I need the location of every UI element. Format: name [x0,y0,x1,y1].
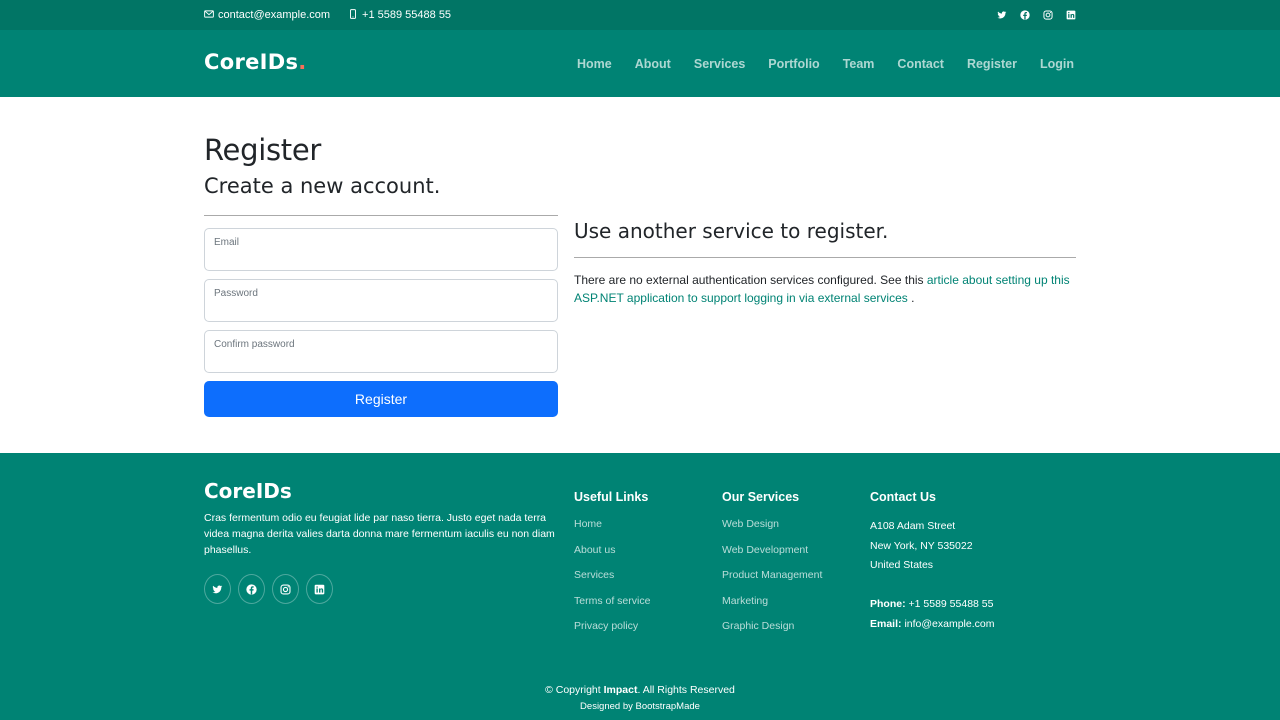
header: CoreIDs. Home About Services Portfolio T… [0,30,1280,97]
topbar-contact: contact@example.com +1 5589 55488 55 [204,0,451,30]
email-label: Email: [870,617,902,630]
instagram-icon[interactable] [272,574,299,604]
logo-dot: . [298,50,307,74]
footer-link-privacy[interactable]: Privacy policy [574,620,638,632]
external-login-text: There are no external authentication ser… [574,271,1074,307]
contact-title: Contact Us [870,490,936,504]
footer-service-web-development[interactable]: Web Development [722,544,808,556]
linkedin-icon[interactable] [306,574,333,604]
external-login-title: Use another service to register. [574,219,889,243]
main-nav: Home About Services Portfolio Team Conta… [577,30,1074,97]
footer-service-product-management[interactable]: Product Management [722,569,822,581]
footer-socials [204,574,333,604]
footer-logo[interactable]: CoreIDs [204,479,292,503]
address-line-1: A108 Adam Street [870,520,956,532]
phone-value: +1 5589 55488 55 [908,598,994,610]
topbar: contact@example.com +1 5589 55488 55 [0,0,1280,30]
confirm-password-field[interactable]: Confirm password [204,330,558,373]
twitter-icon[interactable] [204,574,231,604]
nav-home[interactable]: Home [577,57,612,71]
useful-links-column: Useful Links Home About us Services Term… [574,490,650,645]
register-button[interactable]: Register [204,381,558,417]
facebook-icon[interactable] [238,574,265,604]
topbar-email[interactable]: contact@example.com [204,9,330,22]
nav-about[interactable]: About [635,57,671,71]
address-line-2: New York, NY 535022 [870,539,973,552]
facebook-icon[interactable] [1020,10,1030,20]
footer-phone: Phone: +1 5589 55488 55 [870,595,994,615]
useful-links-title: Useful Links [574,490,649,504]
footer-description: Cras fermentum odio eu feugiat lide par … [204,512,555,556]
nav-contact[interactable]: Contact [897,57,944,71]
topbar-email-text: contact@example.com [218,9,331,21]
phone-label: Phone: [870,598,906,610]
footer-link-services[interactable]: Services [574,569,614,581]
copyright: © Copyright Impact. All Rights Reserved [0,682,1280,698]
nav-team[interactable]: Team [843,57,875,71]
password-input[interactable] [205,280,557,321]
envelope-icon [204,9,214,22]
footer-link-about[interactable]: About us [574,544,615,556]
copyright-suffix: . All Rights Reserved [637,684,735,696]
services-column: Our Services Web Design Web Development … [722,490,822,645]
nav-services[interactable]: Services [694,57,745,71]
page-subtitle: Create a new account. [204,174,441,198]
contact-column: Contact Us A108 Adam Street New York, NY… [870,490,994,634]
divider [204,215,558,216]
footer: CoreIDs Cras fermentum odio eu feugiat l… [0,453,1280,720]
instagram-icon[interactable] [1043,10,1053,20]
designed-by: Designed by BootstrapMade [580,701,700,712]
confirm-password-input[interactable] [205,331,557,372]
footer-service-graphic-design[interactable]: Graphic Design [722,620,794,632]
divider [574,257,1076,258]
email-input[interactable] [205,229,557,270]
logo-text: CoreIDs [204,50,299,74]
email-field[interactable]: Email [204,228,558,271]
password-field[interactable]: Password [204,279,558,322]
email-value[interactable]: info@example.com [904,618,994,630]
linkedin-icon[interactable] [1066,10,1076,20]
copyright-prefix: © Copyright [545,684,604,696]
topbar-socials [997,0,1076,30]
site-logo[interactable]: CoreIDs. [204,50,307,74]
page-title: Register [204,133,321,167]
footer-email: Email: info@example.com [870,615,994,635]
footer-link-home[interactable]: Home [574,518,602,530]
footer-service-web-design[interactable]: Web Design [722,518,779,530]
footer-service-marketing[interactable]: Marketing [722,595,768,607]
nav-login[interactable]: Login [1040,57,1074,71]
topbar-phone-text: +1 5589 55488 55 [362,9,452,21]
services-title: Our Services [722,490,800,504]
nav-portfolio[interactable]: Portfolio [768,57,819,71]
footer-link-terms[interactable]: Terms of service [574,595,650,607]
nav-register[interactable]: Register [967,57,1017,71]
phone-icon [348,8,358,22]
external-text-after: . [907,291,915,305]
footer-bottom: © Copyright Impact. All Rights Reserved … [0,682,1280,716]
topbar-phone[interactable]: +1 5589 55488 55 [348,8,452,22]
twitter-icon[interactable] [997,10,1007,20]
address-line-3: United States [870,559,934,571]
copyright-brand: Impact [603,684,638,696]
external-text-before: There are no external authentication ser… [574,273,927,287]
